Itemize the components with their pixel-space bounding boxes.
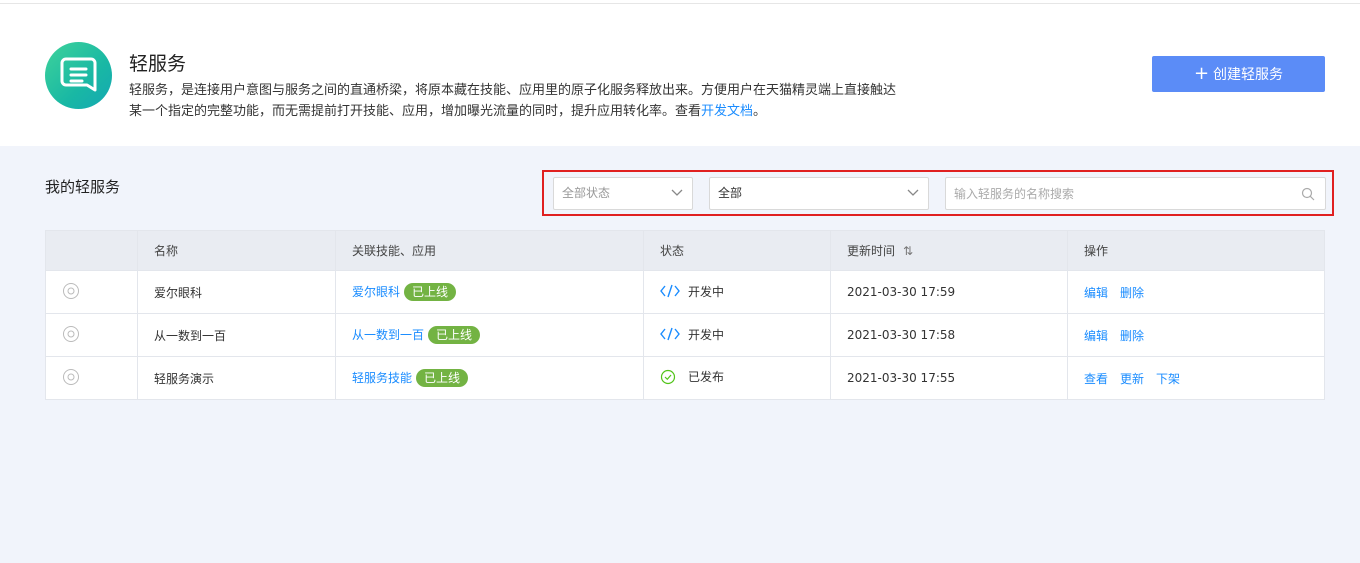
light-service-logo-icon [45, 42, 112, 109]
description-line-2: 某一个指定的完整功能，而无需提前打开技能、应用，增加曝光流量的同时，提升应用转化… [129, 104, 767, 119]
chevron-down-icon [907, 189, 919, 196]
delete-button[interactable]: 删除 [1120, 329, 1144, 343]
check-circle-icon [660, 369, 676, 384]
code-icon [660, 328, 680, 341]
filter-bar: 全部状态 全部 [542, 170, 1334, 216]
page-title: 轻服务 [129, 53, 187, 75]
column-header-icon [45, 230, 138, 271]
row-name: 爱尔眼科 [137, 270, 336, 314]
section-title: 我的轻服务 [45, 178, 121, 196]
delete-button[interactable]: 删除 [1120, 286, 1144, 300]
row-icon-cell [45, 270, 138, 314]
page-description: 轻服务，是连接用户意图与服务之间的直通桥梁，将原本藏在技能、应用里的原子化服务释… [129, 80, 989, 122]
row-icon-cell [45, 356, 138, 400]
dev-docs-link[interactable]: 开发文档 [701, 104, 753, 119]
table-row: 爱尔眼科 爱尔眼科 已上线 开发中 2021-03-30 17:59 编辑 删除 [45, 270, 1325, 314]
row-name: 轻服务演示 [137, 356, 336, 400]
related-skill-link[interactable]: 爱尔眼科 [352, 285, 400, 299]
column-header-related: 关联技能、应用 [335, 230, 644, 271]
row-related: 从一数到一百 已上线 [335, 313, 644, 357]
description-line-1: 轻服务，是连接用户意图与服务之间的直通桥梁，将原本藏在技能、应用里的原子化服务释… [129, 83, 897, 98]
column-header-updated-time[interactable]: 更新时间 ⇅ [830, 230, 1068, 271]
related-skill-link[interactable]: 从一数到一百 [352, 328, 424, 342]
column-header-status: 状态 [643, 230, 831, 271]
row-updated-time: 2021-03-30 17:58 [830, 313, 1068, 357]
status-filter-select[interactable]: 全部状态 [553, 177, 693, 210]
light-service-table: 名称 关联技能、应用 状态 更新时间 ⇅ 操作 爱尔眼科 爱尔眼科 已上线 开发中 … [45, 230, 1325, 400]
table-row: 从一数到一百 从一数到一百 已上线 开发中 2021-03-30 17:58 编辑… [45, 313, 1325, 357]
gear-circle-icon [63, 325, 79, 342]
online-badge: 已上线 [416, 369, 469, 388]
unpublish-button[interactable]: 下架 [1156, 372, 1180, 386]
column-header-actions: 操作 [1067, 230, 1325, 271]
plus-icon: + [1193, 63, 1210, 84]
row-name: 从一数到一百 [137, 313, 336, 357]
gear-circle-icon [63, 368, 79, 385]
view-button[interactable]: 查看 [1084, 372, 1108, 386]
online-badge: 已上线 [404, 283, 457, 302]
edit-button[interactable]: 编辑 [1084, 329, 1108, 343]
code-icon [660, 285, 680, 298]
row-status: 开发中 [643, 313, 831, 357]
row-actions: 查看 更新 下架 [1067, 356, 1325, 400]
row-actions: 编辑 删除 [1067, 313, 1325, 357]
row-icon-cell [45, 313, 138, 357]
page-header: 轻服务 轻服务，是连接用户意图与服务之间的直通桥梁，将原本藏在技能、应用里的原子… [0, 4, 1360, 146]
column-header-name: 名称 [137, 230, 336, 271]
row-updated-time: 2021-03-30 17:59 [830, 270, 1068, 314]
row-actions: 编辑 删除 [1067, 270, 1325, 314]
related-skill-link[interactable]: 轻服务技能 [352, 371, 412, 385]
edit-button[interactable]: 编辑 [1084, 286, 1108, 300]
create-light-service-button[interactable]: + 创建轻服务 [1152, 56, 1325, 92]
search-input[interactable] [946, 178, 1286, 209]
gear-circle-icon [63, 282, 79, 299]
create-button-label: 创建轻服务 [1213, 67, 1284, 83]
online-badge: 已上线 [428, 326, 481, 345]
row-related: 轻服务技能 已上线 [335, 356, 644, 400]
update-button[interactable]: 更新 [1120, 372, 1144, 386]
search-icon[interactable] [1301, 187, 1315, 201]
sort-icon[interactable]: ⇅ [903, 244, 913, 258]
search-box [945, 177, 1326, 210]
chevron-down-icon [671, 189, 683, 196]
row-status: 已发布 [643, 356, 831, 400]
type-filter-select[interactable]: 全部 [709, 177, 929, 210]
row-related: 爱尔眼科 已上线 [335, 270, 644, 314]
row-updated-time: 2021-03-30 17:55 [830, 356, 1068, 400]
table-row: 轻服务演示 轻服务技能 已上线 已发布 2021-03-30 17:55 查看 更新… [45, 356, 1325, 400]
table-header-row: 名称 关联技能、应用 状态 更新时间 ⇅ 操作 [45, 230, 1325, 271]
row-status: 开发中 [643, 270, 831, 314]
